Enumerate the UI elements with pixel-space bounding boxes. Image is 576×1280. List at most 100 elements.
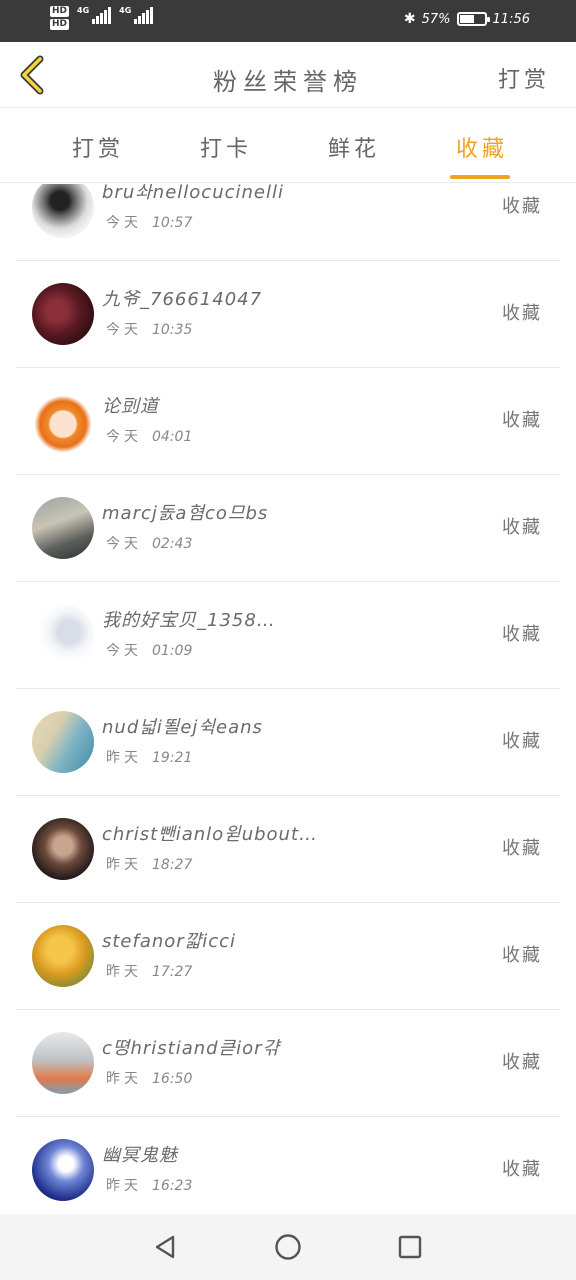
favorite-action-label: 收藏: [502, 517, 542, 538]
timestamp-day: 昨天: [106, 964, 142, 980]
user-name: christ뺀ianlo윋ubout…: [102, 824, 319, 845]
favorite-action-label: 收藏: [502, 303, 542, 324]
favorite-action-label: 收藏: [502, 1159, 542, 1180]
timestamp-time: 17:27: [152, 964, 193, 980]
list-item[interactable]: christ뺀ianlo윋ubout… 昨天 18:27 收藏: [16, 796, 560, 903]
favorite-action-label: 收藏: [502, 624, 542, 645]
home-circle-icon[interactable]: [271, 1230, 305, 1264]
timestamp-day: 昨天: [106, 1178, 142, 1194]
timestamp: 昨天 16:50: [106, 1068, 192, 1088]
avatar[interactable]: [32, 184, 94, 238]
tab-tip[interactable]: 打赏: [48, 131, 148, 163]
avatar[interactable]: [32, 925, 94, 987]
avatar[interactable]: [32, 390, 94, 452]
tab-checkin[interactable]: 打卡: [176, 131, 276, 163]
user-name: marcj돐a혐co므bs: [102, 503, 269, 524]
status-left: HD HD 4G 4G: [50, 6, 154, 30]
user-name: 幽冥鬼魅: [102, 1145, 178, 1166]
network-label-1: 4G: [77, 6, 90, 15]
hd-badge-1: HD: [50, 6, 70, 17]
tab-bar: 打赏 打卡 鲜花 收藏: [0, 109, 576, 183]
hd-badges: HD HD: [50, 6, 70, 30]
tip-button[interactable]: 打赏: [498, 62, 550, 94]
signal-icon: 4G: [77, 6, 112, 24]
timestamp: 昨天 19:21: [106, 747, 192, 767]
timestamp-time: 04:01: [152, 429, 193, 445]
user-name: stefanor꺏icci: [102, 931, 237, 952]
user-name: 我的好宝贝_1358…: [102, 610, 276, 631]
battery-icon: [456, 12, 490, 26]
avatar[interactable]: [32, 604, 94, 666]
battery-percent: 57%: [421, 11, 451, 27]
timestamp: 今天 02:43: [106, 533, 192, 553]
timestamp-time: 16:23: [152, 1178, 193, 1194]
timestamp-day: 今天: [106, 643, 142, 659]
favorite-action-label: 收藏: [502, 1052, 542, 1073]
timestamp-day: 今天: [106, 429, 142, 445]
favorite-action-label: 收藏: [502, 196, 542, 217]
signal-icon-2: 4G: [119, 6, 154, 24]
avatar[interactable]: [32, 1032, 94, 1094]
avatar[interactable]: [32, 283, 94, 345]
avatar[interactable]: [32, 711, 94, 773]
timestamp-time: 16:50: [152, 1071, 193, 1087]
list-item[interactable]: stefanor꺏icci 昨天 17:27 收藏: [16, 903, 560, 1010]
favorites-list[interactable]: bru솨nellocucinelli 今天 10:57 收藏 九爷_7666140…: [16, 184, 560, 1214]
timestamp-time: 19:21: [152, 750, 193, 766]
timestamp: 昨天 18:27: [106, 854, 192, 874]
status-bar: HD HD 4G 4G ✱ 57% 11:56: [0, 0, 576, 42]
clock: 11:56: [492, 11, 530, 27]
timestamp-day: 今天: [106, 536, 142, 552]
timestamp: 今天 04:01: [106, 426, 192, 446]
favorite-action-label: 收藏: [502, 731, 542, 752]
network-label-2: 4G: [119, 6, 132, 15]
list-item[interactable]: c뗭hristiand큳ior갺 昨天 16:50 收藏: [16, 1010, 560, 1117]
back-button[interactable]: [14, 54, 50, 96]
page-title: 粉丝荣誉榜: [213, 68, 363, 96]
favorite-action-label: 收藏: [502, 838, 542, 859]
timestamp-day: 昨天: [106, 750, 142, 766]
back-triangle-icon[interactable]: [148, 1230, 182, 1264]
hd-badge-2: HD: [50, 19, 70, 30]
timestamp-time: 02:43: [152, 536, 193, 552]
recents-square-icon[interactable]: [393, 1230, 427, 1264]
timestamp-time: 01:09: [152, 643, 193, 659]
tab-favorites[interactable]: 收藏: [432, 131, 532, 163]
tab-flowers[interactable]: 鲜花: [304, 131, 404, 163]
list-item[interactable]: bru솨nellocucinelli 今天 10:57 收藏: [16, 184, 560, 261]
user-name: bru솨nellocucinelli: [102, 184, 284, 203]
favorite-action-label: 收藏: [502, 410, 542, 431]
user-name: 论剅道: [102, 396, 159, 417]
system-nav-bar: [0, 1214, 576, 1280]
list-item[interactable]: 九爷_766614047 今天 10:35 收藏: [16, 261, 560, 368]
list-item[interactable]: nud넓i뙬ej쉭eans 昨天 19:21 收藏: [16, 689, 560, 796]
battery-fill: [459, 15, 474, 23]
list-item[interactable]: 论剅道 今天 04:01 收藏: [16, 368, 560, 475]
user-name: c뗭hristiand큳ior갺: [102, 1038, 281, 1059]
timestamp: 今天 10:35: [106, 319, 192, 339]
tab-active-indicator: [450, 175, 510, 179]
header: 粉丝荣誉榜 打赏: [0, 42, 576, 108]
timestamp-day: 今天: [106, 215, 142, 231]
timestamp-time: 18:27: [152, 857, 193, 873]
timestamp-day: 昨天: [106, 857, 142, 873]
status-right: ✱ 57% 11:56: [404, 11, 530, 27]
timestamp-time: 10:35: [152, 322, 193, 338]
user-name: 九爷_766614047: [102, 289, 263, 310]
bluetooth-icon: ✱: [403, 11, 416, 27]
avatar[interactable]: [32, 497, 94, 559]
timestamp-day: 今天: [106, 322, 142, 338]
list-item[interactable]: 幽冥鬼魅 昨天 16:23 收藏: [16, 1117, 560, 1214]
favorite-action-label: 收藏: [502, 945, 542, 966]
timestamp-day: 昨天: [106, 1071, 142, 1087]
list-item[interactable]: marcj돐a혐co므bs 今天 02:43 收藏: [16, 475, 560, 582]
chevron-left-icon: [20, 55, 44, 95]
list-item[interactable]: 我的好宝贝_1358… 今天 01:09 收藏: [16, 582, 560, 689]
timestamp: 昨天 16:23: [106, 1175, 192, 1195]
timestamp: 昨天 17:27: [106, 961, 192, 981]
timestamp-time: 10:57: [152, 215, 193, 231]
timestamp: 今天 01:09: [106, 640, 192, 660]
avatar[interactable]: [32, 818, 94, 880]
timestamp: 今天 10:57: [106, 212, 192, 232]
avatar[interactable]: [32, 1139, 94, 1201]
